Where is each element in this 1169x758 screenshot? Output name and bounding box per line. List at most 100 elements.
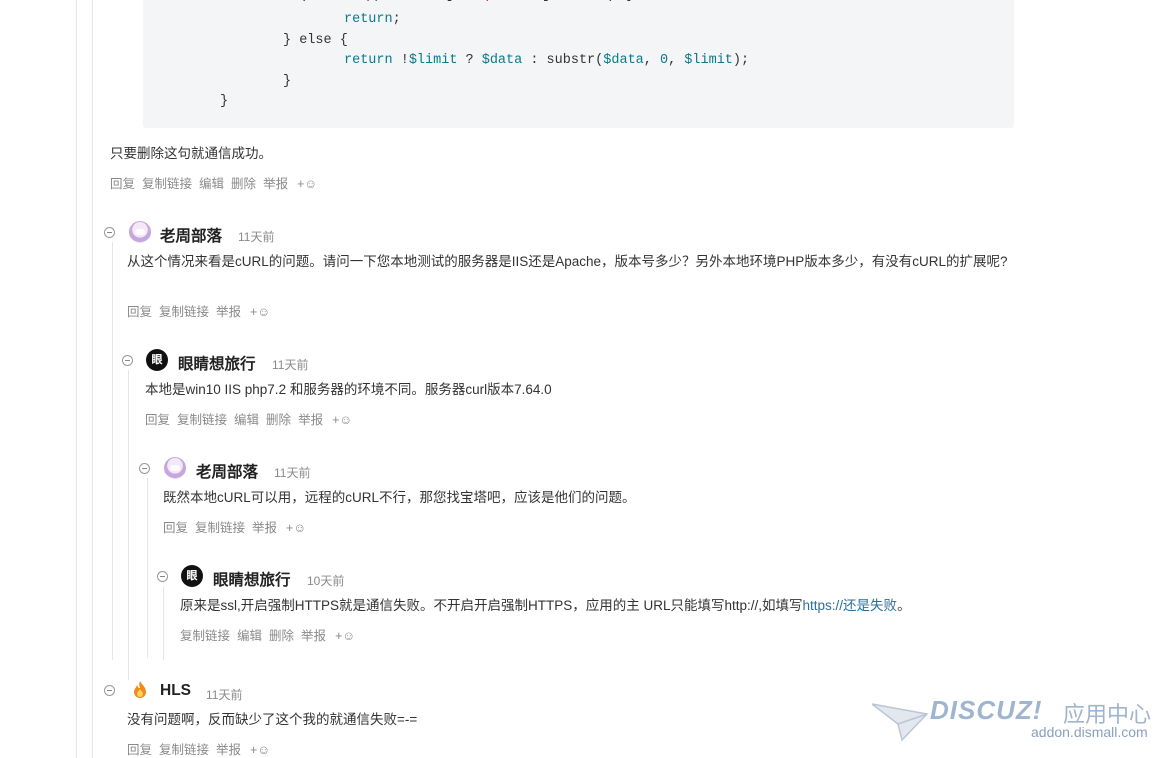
comment-text: 只要删除这句就通信成功。 — [110, 146, 272, 161]
code-block: if($errno || $status['http_code'] != 200… — [143, 0, 1014, 128]
code-token: return — [344, 12, 393, 27]
thread-line — [112, 242, 113, 660]
reply-button[interactable]: 回复 — [127, 743, 152, 757]
avatar[interactable] — [129, 679, 151, 701]
report-button[interactable]: 举报 — [298, 413, 323, 427]
collapse-toggle[interactable] — [104, 685, 115, 696]
thread-line — [76, 0, 77, 758]
comment-text-part: 。 — [897, 598, 911, 613]
code-token: , — [668, 53, 685, 68]
author-name[interactable]: HLS — [160, 682, 191, 700]
report-button[interactable]: 举报 — [263, 177, 288, 191]
comment-text: 既然本地cURL可以用，远程的cURL不行，那您找宝塔吧，应该是他们的问题。 — [163, 490, 636, 505]
code-token: ; — [392, 12, 401, 27]
delete-button[interactable]: 删除 — [231, 177, 256, 191]
code-token: http_code — [461, 0, 534, 3]
timestamp: 11天前 — [274, 466, 311, 480]
add-reaction-button[interactable]: +☺ — [250, 305, 270, 319]
copy-link-button[interactable]: 复制链接 — [177, 413, 227, 427]
thread-line — [92, 0, 93, 758]
code-line: return; — [344, 10, 401, 30]
code-token: 0 — [659, 53, 669, 68]
code-line: } — [283, 72, 291, 92]
reply-button[interactable]: 回复 — [110, 177, 135, 191]
comment-text: 原来是ssl,开启强制HTTPS就是通信失败。不开启开启强制HTTPS，应用的主… — [180, 595, 911, 617]
code-line: return !$limit ? $data : substr($data, 0… — [344, 51, 749, 71]
code-token: $data — [603, 53, 644, 68]
collapse-toggle[interactable] — [122, 355, 133, 366]
copy-link-button[interactable]: 复制链接 — [159, 743, 209, 757]
copy-link-button[interactable]: 复制链接 — [142, 177, 192, 191]
copy-link-button[interactable]: 复制链接 — [180, 629, 230, 643]
watermark-url: addon.dismall.com — [1031, 724, 1148, 740]
code-line: } else { — [283, 31, 348, 51]
avatar[interactable] — [129, 221, 151, 243]
reply-button[interactable]: 回复 — [163, 521, 188, 535]
timestamp: 11天前 — [272, 358, 309, 372]
code-token: } — [283, 74, 292, 89]
avatar[interactable] — [164, 457, 186, 479]
collapse-toggle[interactable] — [157, 571, 168, 582]
collapse-toggle[interactable] — [139, 463, 150, 474]
edit-button[interactable]: 编辑 — [237, 629, 262, 643]
url-link[interactable]: https://还是失败 — [803, 598, 898, 613]
collapse-toggle[interactable] — [104, 227, 115, 238]
watermark-brand: DISCUZ! — [930, 695, 1043, 725]
code-token: ! — [392, 53, 409, 68]
comment-actions: 回复 复制链接 编辑 删除 举报 +☺ — [110, 173, 324, 192]
delete-button[interactable]: 删除 — [269, 629, 294, 643]
thread-line — [128, 370, 129, 680]
code-token: $data — [481, 53, 523, 68]
avatar[interactable]: 眼 — [146, 349, 168, 371]
code-token: $limit — [684, 53, 733, 68]
comment-text: 本地是win10 IIS php7.2 和服务器的环境不同。服务器curl版本7… — [145, 382, 552, 397]
report-button[interactable]: 举报 — [216, 305, 241, 319]
edit-button[interactable]: 编辑 — [199, 177, 224, 191]
comment-actions: 回复 复制链接 编辑 删除 举报 +☺ — [145, 409, 359, 428]
report-button[interactable]: 举报 — [252, 521, 277, 535]
code-token: $limit — [408, 53, 458, 68]
code-token: return — [344, 53, 393, 68]
author-name[interactable]: 老周部落 — [160, 224, 222, 246]
delete-button[interactable]: 删除 — [266, 413, 291, 427]
code-token: ? — [457, 53, 482, 68]
code-token: } — [220, 94, 229, 109]
comment-text-part: 原来是ssl,开启强制HTTPS就是通信失败。不开启开启强制HTTPS，应用的主… — [180, 598, 803, 613]
add-reaction-button[interactable]: +☺ — [286, 521, 306, 535]
timestamp: 10天前 — [307, 574, 345, 588]
author-name[interactable]: 眼睛想旅行 — [178, 352, 256, 374]
edit-button[interactable]: 编辑 — [234, 413, 259, 427]
add-reaction-button[interactable]: +☺ — [250, 743, 270, 757]
code-token: '] != 200) { — [534, 0, 631, 3]
add-reaction-button[interactable]: +☺ — [297, 177, 317, 191]
comment-text: 从这个情况来看是cURL的问题。请问一下您本地测试的服务器是IIS还是Apach… — [127, 254, 1008, 269]
thread-line — [147, 478, 148, 658]
code-line: if($errno || $status['http_code'] != 200… — [283, 0, 631, 6]
code-line: } — [220, 92, 228, 112]
reply-button[interactable]: 回复 — [145, 413, 170, 427]
reply-button[interactable]: 回复 — [127, 305, 152, 319]
fire-icon — [134, 681, 146, 698]
timestamp: 11天前 — [238, 230, 275, 244]
comment-actions: 回复 复制链接 举报 +☺ — [163, 517, 313, 536]
add-reaction-button[interactable]: +☺ — [335, 629, 355, 643]
code-token: ); — [732, 53, 750, 68]
add-reaction-button[interactable]: +☺ — [332, 413, 352, 427]
author-name[interactable]: 眼睛想旅行 — [213, 568, 291, 590]
author-name[interactable]: 老周部落 — [196, 460, 258, 482]
comment-actions: 复制链接 编辑 删除 举报 +☺ — [180, 625, 362, 644]
comment-actions: 回复 复制链接 举报 +☺ — [127, 739, 277, 758]
thread-line — [163, 586, 164, 660]
copy-link-button[interactable]: 复制链接 — [195, 521, 245, 535]
copy-link-button[interactable]: 复制链接 — [159, 305, 209, 319]
report-button[interactable]: 举报 — [301, 629, 326, 643]
comment-actions: 回复 复制链接 举报 +☺ — [127, 301, 277, 320]
code-token: : substr( — [522, 53, 604, 68]
avatar[interactable]: 眼 — [181, 565, 203, 587]
comment-text: 没有问题啊，反而缺少了这个我的就通信失败=-= — [127, 712, 418, 727]
code-token: if($errno || $status[' — [283, 0, 461, 3]
code-token: } else { — [283, 33, 348, 48]
timestamp: 11天前 — [206, 688, 243, 702]
report-button[interactable]: 举报 — [216, 743, 241, 757]
code-token: , — [643, 53, 660, 68]
